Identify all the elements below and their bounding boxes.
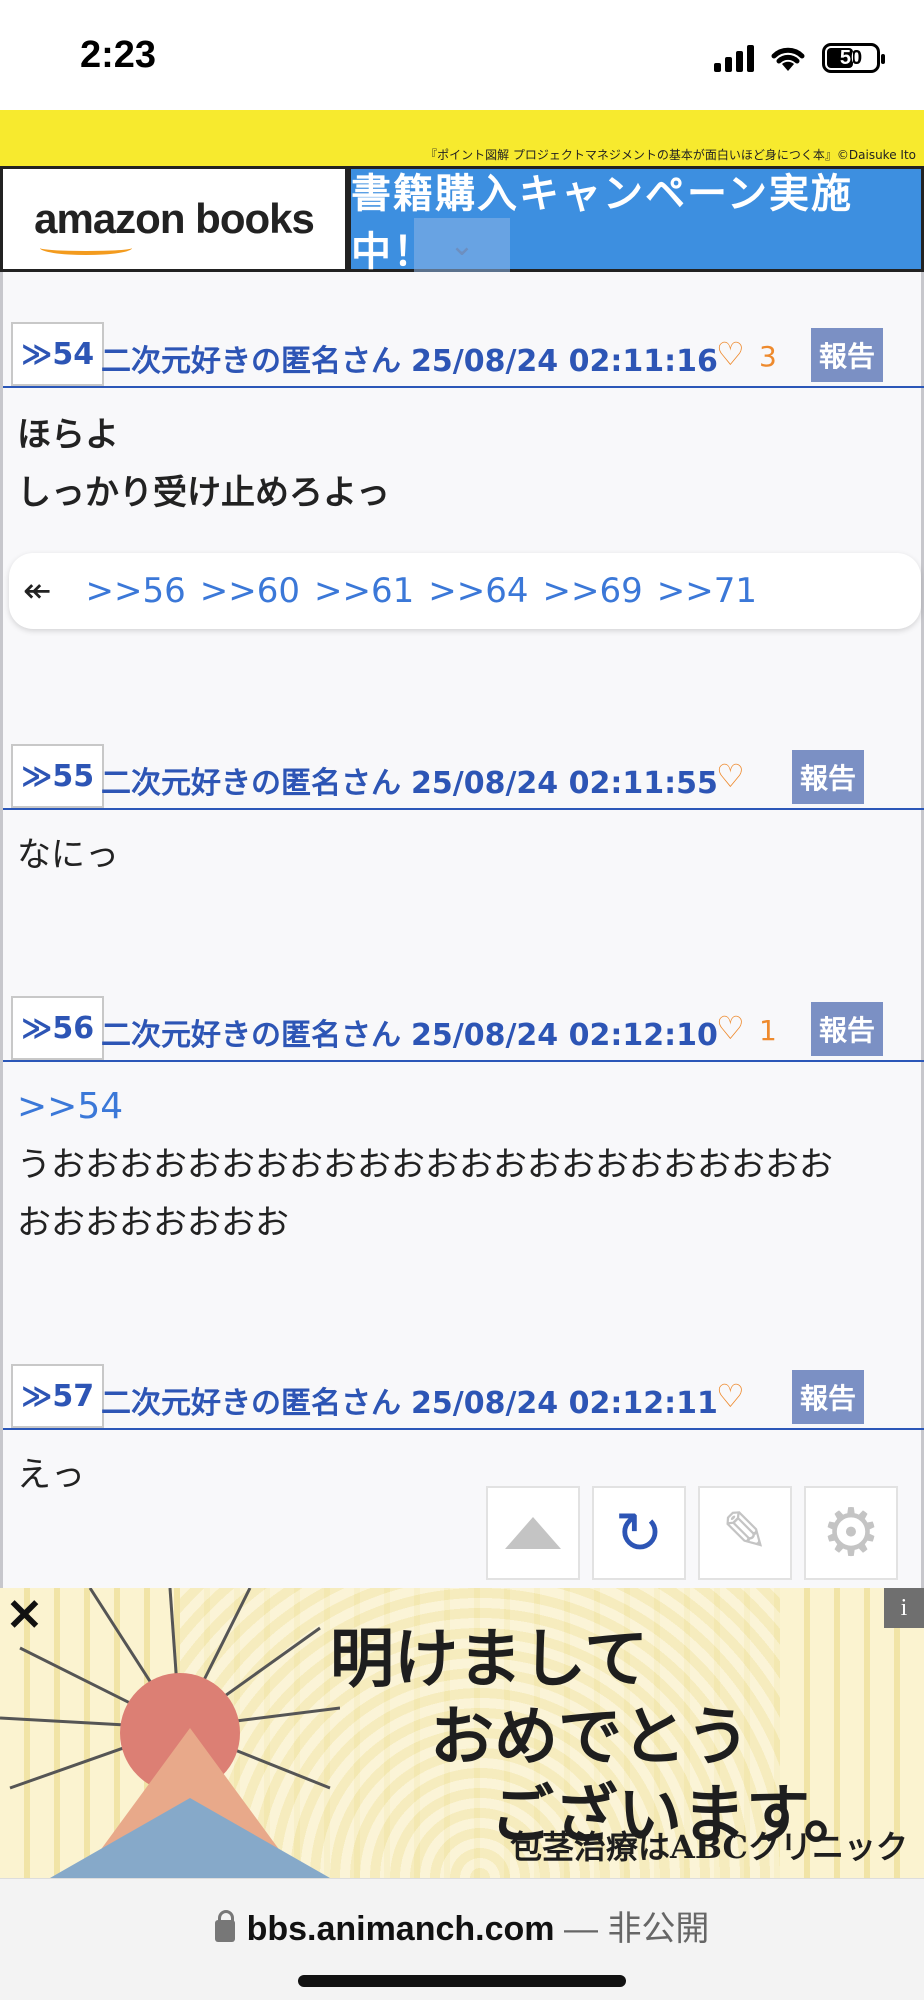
- post-author: 二次元好きの匿名さん 25/08/24 02:12:10: [101, 1010, 718, 1054]
- post-number-button[interactable]: ≫56: [11, 996, 105, 1060]
- like-heart-icon[interactable]: ♡: [716, 760, 745, 792]
- url-separator: —: [554, 1910, 608, 1948]
- banner-yellow-strip: 『ポイント図解 プロジェクトマネジメントの基本が面白いほど身につく本』©Dais…: [0, 110, 924, 166]
- status-bar: 2:23 50: [0, 0, 924, 110]
- report-button[interactable]: 報告: [811, 1002, 883, 1056]
- settings-button[interactable]: ⚙: [804, 1486, 898, 1580]
- post-number-button[interactable]: ≫54: [11, 322, 105, 386]
- post-author: 二次元好きの匿名さん 25/08/24 02:12:11: [101, 1378, 718, 1422]
- edit-button[interactable]: ✎: [698, 1486, 792, 1580]
- post-author: 二次元好きの匿名さん 25/08/24 02:11:55: [101, 758, 718, 802]
- post-line: えっ: [17, 1455, 85, 1495]
- url-domain: bbs.animanch.com: [246, 1910, 555, 1948]
- reply-link[interactable]: >>71: [657, 571, 757, 611]
- like-count: 3: [759, 340, 777, 373]
- like-heart-icon[interactable]: ♡: [716, 1380, 745, 1412]
- settings-icon: ⚙: [821, 1494, 881, 1571]
- post-line: しっかり受け止めろよっ: [17, 473, 390, 513]
- cellular-signal-icon: [714, 44, 754, 72]
- like-heart-icon[interactable]: ♡: [716, 1012, 745, 1044]
- reply-link[interactable]: >>56: [86, 571, 186, 611]
- post-date: 25/08/24 02:11:16: [411, 344, 718, 379]
- reply-arrow-icon: ↞: [23, 571, 52, 611]
- report-button[interactable]: 報告: [792, 1370, 864, 1424]
- post-content: >>54 うおおおおおおおおおおおおおおおおおおおおおおお おおおおおおおお: [17, 1078, 833, 1252]
- ad-clinic-text: 包茎治療はABCクリニック: [510, 1828, 908, 1866]
- close-ad-button[interactable]: ✕: [6, 1590, 43, 1641]
- chevron-down-icon: ⌄: [449, 227, 475, 263]
- anchor-link[interactable]: >>54: [17, 1078, 833, 1136]
- amazon-smile-icon: [40, 241, 133, 255]
- ad-info-icon[interactable]: i: [884, 1588, 924, 1628]
- author-name: 二次元好きの匿名さん: [101, 1018, 401, 1053]
- report-button[interactable]: 報告: [811, 328, 883, 382]
- reply-list: ↞ >>56 >>60 >>61 >>64 >>69 >>71: [9, 553, 921, 629]
- scroll-top-icon: [505, 1517, 561, 1549]
- url-status: 非公開: [607, 1910, 710, 1948]
- browser-url-bar[interactable]: bbs.animanch.com — 非公開: [0, 1878, 924, 2000]
- collapse-banner-button[interactable]: ⌄: [414, 218, 510, 272]
- post-header: ≫56 二次元好きの匿名さん 25/08/24 02:12:10 ♡ 1 報告: [3, 982, 924, 1062]
- post-number-button[interactable]: ≫57: [11, 1364, 105, 1428]
- post-date: 25/08/24 02:12:11: [411, 1386, 718, 1421]
- author-name: 二次元好きの匿名さん: [101, 344, 401, 379]
- like-heart-icon[interactable]: ♡: [716, 338, 745, 370]
- scroll-top-button[interactable]: [486, 1486, 580, 1580]
- reload-button[interactable]: ↻: [592, 1486, 686, 1580]
- post-author: 二次元好きの匿名さん 25/08/24 02:11:16: [101, 336, 718, 380]
- reply-link[interactable]: >>60: [200, 571, 300, 611]
- reply-link[interactable]: >>61: [314, 571, 414, 611]
- thread-body: ≫54 二次元好きの匿名さん 25/08/24 02:11:16 ♡ 3 報告 ほ…: [0, 272, 924, 1588]
- lock-icon: [214, 1910, 235, 1942]
- url-display[interactable]: bbs.animanch.com — 非公開: [0, 1901, 924, 1950]
- post-header: ≫54 二次元好きの匿名さん 25/08/24 02:11:16 ♡ 3 報告: [3, 308, 924, 388]
- status-icons: 50: [714, 40, 885, 76]
- author-name: 二次元好きの匿名さん: [101, 1386, 401, 1421]
- reload-icon: ↻: [614, 1499, 664, 1567]
- post-line: ほらよ: [17, 415, 119, 455]
- post-line: おおおおおおおお: [17, 1203, 289, 1243]
- post-header: ≫55 二次元好きの匿名さん 25/08/24 02:11:55 ♡ 報告: [3, 730, 924, 810]
- edit-icon: ✎: [721, 1500, 769, 1565]
- amazon-books-label: amazon books: [34, 195, 315, 242]
- post-header: ≫57 二次元好きの匿名さん 25/08/24 02:12:11 ♡ 報告: [3, 1350, 924, 1430]
- post-number-button[interactable]: ≫55: [11, 744, 105, 808]
- like-count: 1: [759, 1014, 777, 1047]
- amazon-books-logo[interactable]: amazon books: [0, 166, 348, 272]
- home-indicator[interactable]: [298, 1975, 626, 1987]
- post-line: なにっ: [17, 835, 119, 875]
- reply-link[interactable]: >>64: [428, 571, 528, 611]
- wifi-icon: [771, 47, 805, 71]
- mountain-base-icon: [50, 1798, 330, 1878]
- post-line: うおおおおおおおおおおおおおおおおおおおおおおお: [17, 1145, 833, 1185]
- reply-link[interactable]: >>69: [543, 571, 643, 611]
- author-name: 二次元好きの匿名さん: [101, 766, 401, 801]
- battery-icon: 50: [822, 43, 885, 73]
- post-content: なにっ: [17, 826, 119, 884]
- post-content: えっ: [17, 1446, 85, 1504]
- bottom-banner-ad[interactable]: ✕ i 明けまして おめでとう ございます。 包茎治療はABCクリニック: [0, 1588, 924, 1878]
- report-button[interactable]: 報告: [792, 750, 864, 804]
- battery-level: 50: [839, 46, 863, 69]
- post-date: 25/08/24 02:11:55: [411, 766, 718, 801]
- post-content: ほらよ しっかり受け止めろよっ: [17, 406, 390, 522]
- status-time: 2:23: [80, 34, 157, 76]
- post-date: 25/08/24 02:12:10: [411, 1018, 718, 1053]
